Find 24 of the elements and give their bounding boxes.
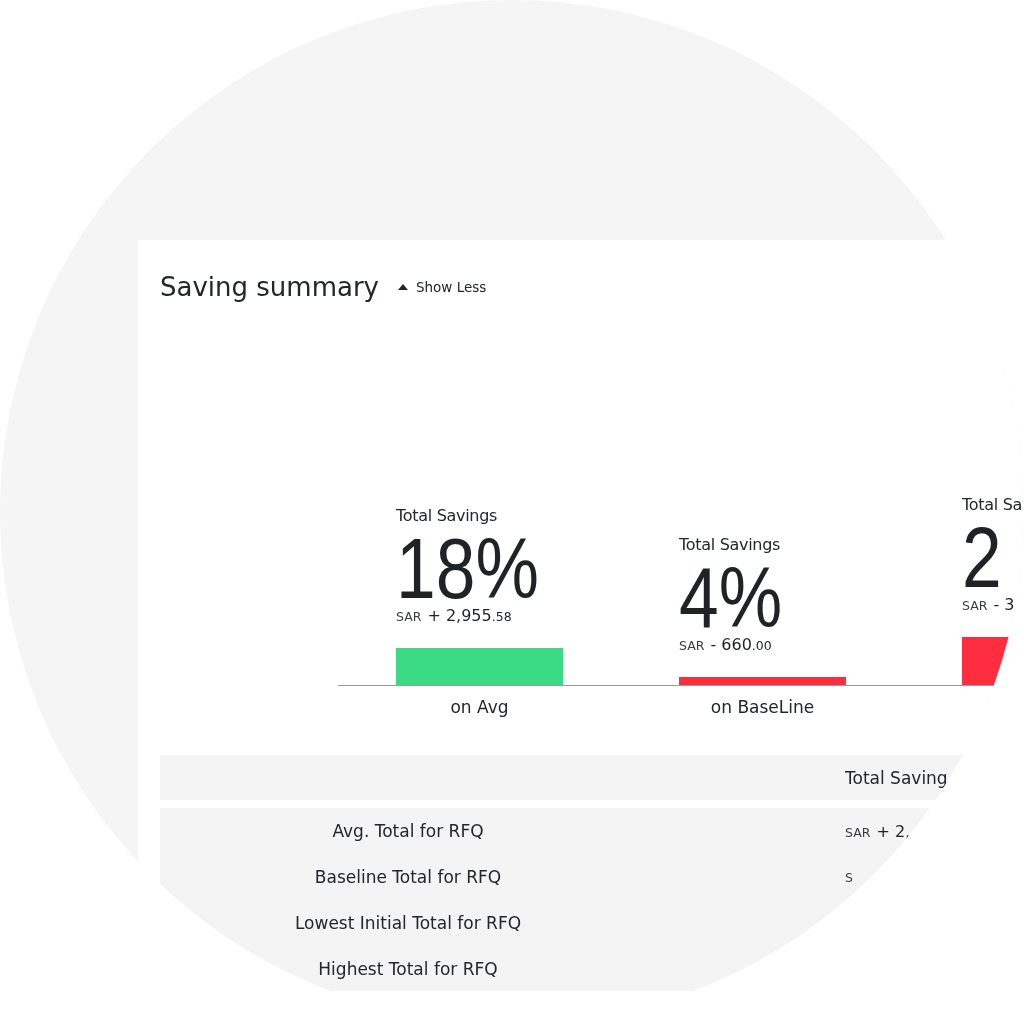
row-label: Baseline Total for RFQ	[314, 866, 502, 888]
show-toggle-button[interactable]: Show Less	[398, 278, 487, 296]
savings-heading: Total Savings	[679, 534, 781, 555]
currency-label: SAR	[679, 636, 705, 655]
currency-label: S	[845, 869, 853, 885]
column-heading: Total Saving	[845, 766, 948, 789]
row-label: Lowest Initial Total for RFQ	[294, 912, 522, 934]
savings-heading: Total Sa	[962, 495, 1022, 515]
savings-percent: 4%	[679, 558, 783, 635]
currency-label: SAR	[845, 824, 871, 840]
savings-amount: + 2,	[876, 821, 911, 841]
row-label: Avg. Total for RFQ	[332, 820, 484, 842]
savings-percent: 2	[962, 519, 1002, 595]
savings-percent: 18%	[396, 529, 539, 606]
row-label: Highest Total for RFQ	[318, 958, 498, 980]
currency-label: SAR	[396, 607, 422, 626]
section-title: Saving summary	[160, 271, 379, 303]
currency-label: SAR	[962, 597, 988, 615]
savings-amount: - 660.00	[710, 634, 772, 656]
savings-amount: - 3	[993, 595, 1015, 615]
savings-heading: Total Savings	[396, 505, 498, 526]
savings-amount: + 2,955.58	[427, 605, 512, 627]
category-label: on BaseLine	[710, 696, 815, 718]
category-label: on Avg	[450, 696, 509, 718]
